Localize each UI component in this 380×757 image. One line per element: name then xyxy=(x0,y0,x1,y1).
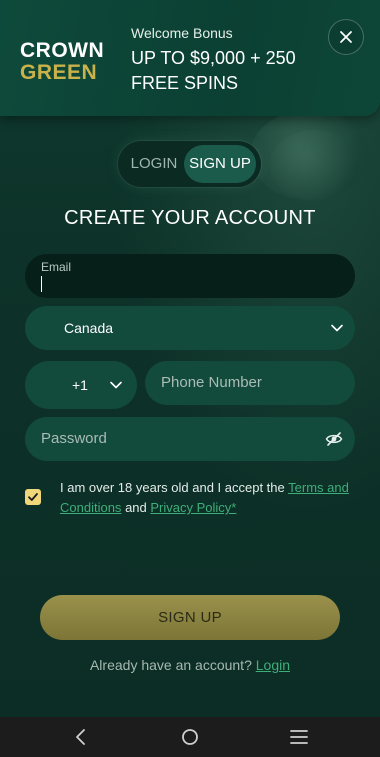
email-field[interactable]: Email xyxy=(25,254,355,298)
bonus-label: Welcome Bonus xyxy=(131,25,233,41)
bonus-offer: UP TO $9,000 + 250 FREE SPINS xyxy=(131,46,321,96)
bonus-offer-line1: UP TO $9,000 + 250 xyxy=(131,48,296,68)
crown-green-logo[interactable]: CROWN GREEN xyxy=(20,39,105,84)
terms-checkbox[interactable] xyxy=(25,489,41,505)
tab-login[interactable]: LOGIN xyxy=(124,145,184,183)
terms-and: and xyxy=(125,500,147,515)
login-link[interactable]: Login xyxy=(256,657,290,673)
auth-tabs: LOGIN SIGN UP xyxy=(118,141,261,187)
close-button[interactable] xyxy=(328,19,364,55)
privacy-policy-link[interactable]: Privacy Policy* xyxy=(150,500,236,515)
bonus-offer-line2: FREE SPINS xyxy=(131,73,239,93)
password-placeholder: Password xyxy=(41,430,107,447)
password-input[interactable]: Password xyxy=(25,417,355,461)
checkmark-icon xyxy=(28,493,38,501)
phone-code-select[interactable]: +1 xyxy=(25,361,137,409)
close-icon xyxy=(340,31,352,43)
tab-sign-up[interactable]: SIGN UP xyxy=(184,145,256,183)
decor-chip xyxy=(270,130,360,200)
phone-number-placeholder: Phone Number xyxy=(161,374,262,391)
sign-up-button[interactable]: SIGN UP xyxy=(40,595,340,640)
chevron-down-icon xyxy=(110,381,122,389)
phone-number-input[interactable]: Phone Number xyxy=(145,361,355,405)
country-select[interactable]: Canada xyxy=(25,306,355,350)
terms-text: I am over 18 years old and I accept the … xyxy=(60,478,355,518)
terms-text-before: I am over 18 years old and I accept the xyxy=(60,480,285,495)
country-value: Canada xyxy=(64,320,114,336)
already-have-account: Already have an account? Login xyxy=(0,657,380,673)
logo-text-green: GREEN xyxy=(20,61,98,84)
email-label: Email xyxy=(41,260,72,274)
phone-code-value: +1 xyxy=(72,377,88,393)
logo-text-crown: CROWN xyxy=(20,39,105,62)
text-caret xyxy=(41,276,42,292)
home-icon[interactable] xyxy=(180,727,200,747)
system-navigation-bar xyxy=(0,717,380,757)
page-title: CREATE YOUR ACCOUNT xyxy=(64,207,316,229)
already-text: Already have an account? xyxy=(89,657,252,673)
menu-icon[interactable] xyxy=(289,727,309,747)
back-icon[interactable] xyxy=(71,727,91,747)
eye-off-icon[interactable] xyxy=(325,430,343,448)
bonus-info: Welcome Bonus UP TO $9,000 + 250 FREE SP… xyxy=(131,24,321,96)
chevron-down-icon xyxy=(331,324,343,332)
welcome-bonus-banner: CROWN GREEN Welcome Bonus UP TO $9,000 +… xyxy=(0,0,380,116)
